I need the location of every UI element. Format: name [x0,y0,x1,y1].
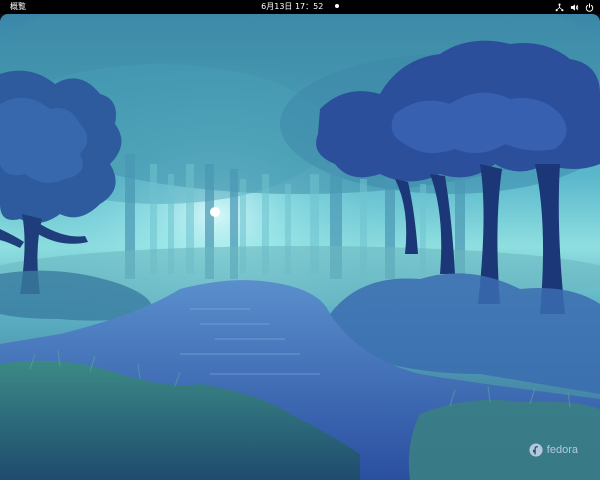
desktop-screen: 概覧 6月13日 17：52 fedora [0,0,600,480]
clock-button[interactable]: 6月13日 17：52 [257,0,343,14]
clock-text: 6月13日 17：52 [261,2,324,11]
power-icon [585,2,594,12]
clock-area: 6月13日 17：52 [0,0,600,14]
volume-icon [570,3,579,11]
network-icon [555,3,564,11]
system-tray[interactable] [555,0,594,14]
fedora-logo: fedora [529,443,578,457]
notification-dot-icon [334,3,339,8]
activities-button[interactable]: 概覧 [8,0,28,14]
desktop-wallpaper: fedora [0,14,600,480]
fedora-logo-text: fedora [546,444,578,456]
forest-lake-wallpaper [0,14,600,480]
fedora-logo-icon [529,443,543,457]
top-bar: 概覧 6月13日 17：52 [0,0,600,14]
